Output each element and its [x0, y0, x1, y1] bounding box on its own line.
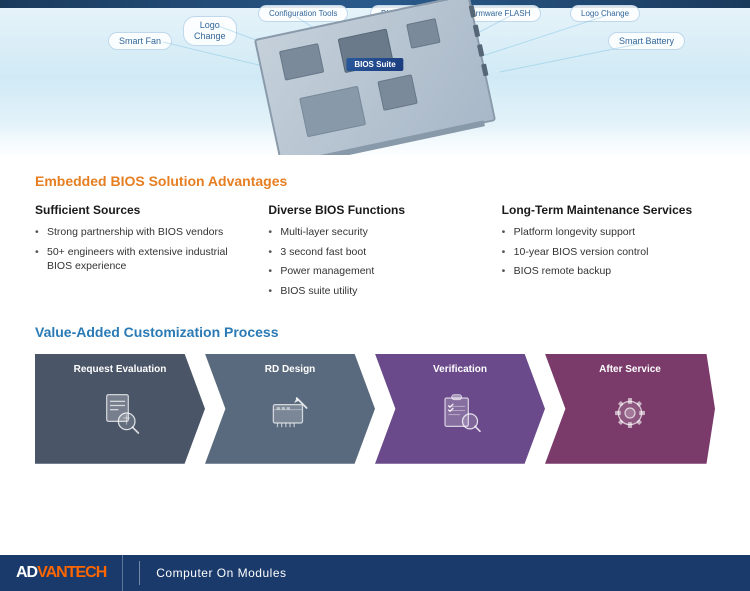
- step-1-label: Request Evaluation: [69, 354, 172, 380]
- smart-fan-bubble: Smart Fan: [108, 32, 172, 50]
- logo-ad: AD: [16, 564, 37, 582]
- step-4-label: After Service: [594, 354, 666, 380]
- step-rd-design: RD Design: [205, 354, 375, 464]
- footer-logo: ADVANTECH: [16, 564, 106, 582]
- list-item: 10-year BIOS version control: [502, 245, 715, 260]
- sufficient-sources-list: Strong partnership with BIOS vendors 50+…: [35, 225, 248, 274]
- footer-logo-section: ADVANTECH: [0, 555, 123, 591]
- sufficient-sources-col: Sufficient Sources Strong partnership wi…: [35, 203, 248, 304]
- step-2-label: RD Design: [260, 354, 321, 380]
- list-item: 3 second fast boot: [268, 245, 481, 260]
- long-term-col: Long-Term Maintenance Services Platform …: [502, 203, 715, 304]
- config-tools-bubble: Configuration Tools: [258, 5, 348, 22]
- step-4-icon: [605, 380, 655, 454]
- list-item: Power management: [268, 264, 481, 279]
- value-section-title: Value-Added Customization Process: [35, 324, 715, 340]
- list-item: Multi-layer security: [268, 225, 481, 240]
- step-after-service: After Service: [545, 354, 715, 464]
- bios-suite-label: BIOS Suite: [346, 58, 403, 71]
- list-item: BIOS suite utility: [268, 284, 481, 299]
- logo-change-left-bubble: LogoChange: [183, 16, 237, 46]
- step-2-icon: [265, 380, 315, 454]
- advantages-grid: Sufficient Sources Strong partnership wi…: [35, 203, 715, 304]
- list-item: 50+ engineers with extensive industrial …: [35, 245, 248, 274]
- logo-change-right-bubble: Logo Change: [570, 5, 640, 22]
- sufficient-sources-title: Sufficient Sources: [35, 203, 248, 217]
- footer-product-line: Computer On Modules: [156, 566, 286, 580]
- diverse-bios-title: Diverse BIOS Functions: [268, 203, 481, 217]
- list-item: BIOS remote backup: [502, 264, 715, 279]
- logo-vantec: VANTECH: [37, 564, 106, 582]
- list-item: Strong partnership with BIOS vendors: [35, 225, 248, 240]
- advantages-section-title: Embedded BIOS Solution Advantages: [35, 173, 715, 189]
- step-3-label: Verification: [428, 354, 492, 380]
- smart-battery-bubble: Smart Battery: [608, 32, 685, 50]
- step-3-icon: [435, 380, 485, 454]
- list-item: Platform longevity support: [502, 225, 715, 240]
- long-term-list: Platform longevity support 10-year BIOS …: [502, 225, 715, 279]
- diverse-bios-col: Diverse BIOS Functions Multi-layer secur…: [268, 203, 481, 304]
- footer-divider: [139, 561, 140, 585]
- main-content: Embedded BIOS Solution Advantages Suffic…: [0, 155, 750, 474]
- diverse-bios-list: Multi-layer security 3 second fast boot …: [268, 225, 481, 299]
- footer: ADVANTECH Computer On Modules: [0, 555, 750, 591]
- diagram-area: BIOS Suite Smart Fan LogoChange Configur…: [0, 0, 750, 155]
- long-term-title: Long-Term Maintenance Services: [502, 203, 715, 217]
- step-request-evaluation: Request Evaluation: [35, 354, 205, 464]
- process-steps: Request Evaluation RD Design: [35, 354, 715, 464]
- step-1-icon: [95, 380, 145, 454]
- step-verification: Verification: [375, 354, 545, 464]
